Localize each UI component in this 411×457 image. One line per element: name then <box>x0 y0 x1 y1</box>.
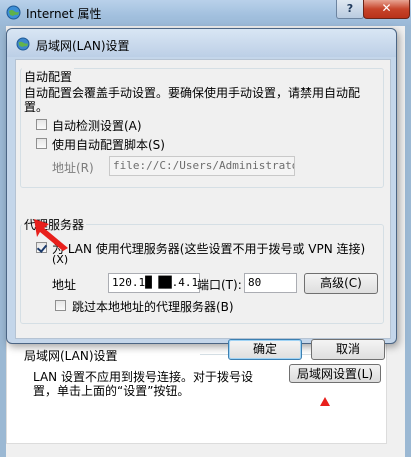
lan-group-description-line2: 置，单击上面的“设置”按钮。 <box>33 384 190 398</box>
use-proxy-label-shortcut[interactable]: (X) <box>52 253 68 266</box>
bypass-local-label[interactable]: 跳过本地地址的代理服务器(B) <box>72 298 234 315</box>
proxy-port-input[interactable]: 80 <box>244 273 297 293</box>
outer-window-title: Internet 属性 <box>26 7 102 21</box>
bypass-local-checkbox[interactable] <box>55 300 66 311</box>
lan-settings-dialog: 局域网(LAN)设置 自动配置 自动配置会覆盖手动设置。要确保使用手动设置，请禁… <box>6 28 397 360</box>
outer-close-button[interactable]: ✕ <box>363 0 410 19</box>
script-address-label: 地址(R) <box>52 161 94 175</box>
lan-settings-button[interactable]: 局域网设置(L) <box>289 364 381 383</box>
auto-detect-label[interactable]: 自动检测设置(A) <box>52 117 142 134</box>
advanced-button[interactable]: 高级(C) <box>304 273 378 294</box>
use-script-checkbox[interactable] <box>36 138 47 149</box>
dialog-body: 自动配置 自动配置会覆盖手动设置。要确保使用手动设置，请禁用自动配 置。 自动检… <box>15 59 391 360</box>
auto-config-description-line1: 自动配置会覆盖手动设置。要确保使用手动设置，请禁用自动配 <box>24 86 361 100</box>
lan-group-title: 局域网(LAN)设置 <box>24 347 122 364</box>
proxy-address-input[interactable]: 120.1█ ██.4.1 <box>108 273 200 293</box>
network-globe-icon <box>16 37 30 51</box>
auto-config-description-line2: 置。 <box>24 100 49 114</box>
cancel-button[interactable]: 取消 <box>311 339 385 360</box>
auto-detect-checkbox[interactable] <box>36 119 47 130</box>
auto-config-group-title: 自动配置 <box>22 68 75 85</box>
proxy-port-label: 端口(T): <box>197 278 242 292</box>
internet-globe-icon <box>6 5 21 20</box>
dialog-title: 局域网(LAN)设置 <box>36 39 130 53</box>
ok-button[interactable]: 确定 <box>228 339 302 360</box>
annotation-arrow-icon <box>34 219 68 251</box>
use-proxy-label[interactable]: 为 LAN 使用代理服务器(这些设置不用于拨号或 VPN 连接) <box>52 240 365 257</box>
annotation-marker-icon <box>320 397 330 406</box>
proxy-address-label: 地址 <box>52 278 77 292</box>
script-address-input[interactable]: file://C:/Users/Administrator/ <box>109 156 295 176</box>
use-script-label[interactable]: 使用自动配置脚本(S) <box>52 136 165 153</box>
help-button[interactable]: ? <box>336 0 364 19</box>
dialog-titlebar: 局域网(LAN)设置 <box>7 29 396 57</box>
